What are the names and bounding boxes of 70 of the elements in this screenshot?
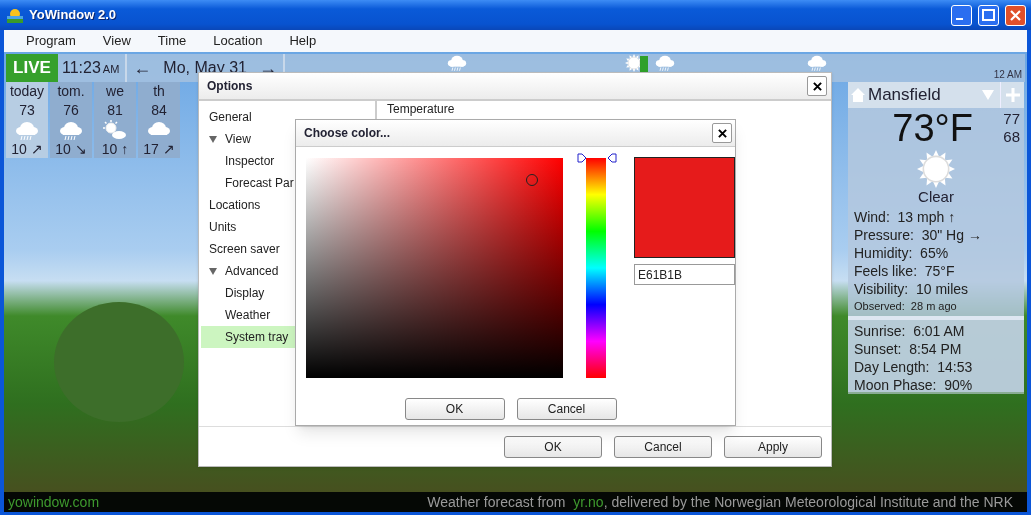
forecast-day-tile[interactable]: tom. 76 10 ↘ xyxy=(50,82,92,158)
timeline-label: 12 AM xyxy=(993,68,1022,82)
forecast-day-tile[interactable]: we 81 10 ↑ xyxy=(94,82,136,158)
condition-label: Clear xyxy=(917,187,955,206)
day-wind: 10 ↘ xyxy=(55,140,87,159)
hue-slider-handle[interactable] xyxy=(576,153,617,163)
home-icon xyxy=(850,86,866,103)
current-temperature: 73°F xyxy=(891,107,974,148)
dialog-button[interactable]: OK xyxy=(504,435,602,458)
weather-detail: Feels like: 75°F xyxy=(854,261,956,280)
high-temperature: 77 xyxy=(1003,109,1020,128)
weather-detail: Pressure: 30" Hg → xyxy=(854,225,983,244)
saturation-value-picker[interactable] xyxy=(306,158,563,378)
window-title: YoWindow 2.0 xyxy=(29,6,117,25)
website-link[interactable]: yowindow.com xyxy=(8,491,100,513)
expand-arrow-icon xyxy=(209,267,217,275)
day-temperature: 84 xyxy=(151,101,167,120)
sun-icon xyxy=(917,149,955,188)
day-temperature: 76 xyxy=(63,101,79,120)
expand-arrow-icon xyxy=(209,135,217,143)
menu-item[interactable]: Program xyxy=(26,31,76,51)
close-icon xyxy=(812,81,822,91)
weather-detail: Humidity: 65% xyxy=(854,243,950,262)
weather-detail: Visibility: 10 miles xyxy=(854,279,970,298)
sun-detail: Sunset: 8:54 PM xyxy=(854,339,963,358)
dropdown-icon xyxy=(982,89,994,100)
dialog-button[interactable]: OK xyxy=(404,398,505,420)
forecast-day-tile[interactable]: today 73 10 ↗ xyxy=(6,82,48,158)
previous-day-button[interactable]: ← xyxy=(127,54,158,82)
day-wind: 10 ↗ xyxy=(11,140,43,159)
location-name: Mansfield xyxy=(868,84,942,106)
minimize-button[interactable] xyxy=(951,4,972,26)
hex-input-field[interactable]: E61B1B xyxy=(634,264,735,285)
low-temperature: 68 xyxy=(1003,127,1020,146)
sun-cloud-icon xyxy=(103,120,127,140)
day-wind: 17 ↗ xyxy=(143,140,175,159)
weather-detail: Wind: 13 mph ↑ xyxy=(854,207,957,226)
menu-item[interactable]: Location xyxy=(213,31,263,51)
dialog-button[interactable]: Cancel xyxy=(516,398,617,420)
dialog-title: Options xyxy=(207,78,253,95)
forecast-day-tile[interactable]: th 84 17 ↗ xyxy=(138,82,180,158)
close-button[interactable] xyxy=(807,76,827,96)
sun-landscape-icon xyxy=(7,7,23,23)
minimize-icon xyxy=(956,18,963,20)
day-temperature: 73 xyxy=(19,101,35,120)
dialog-button[interactable]: Cancel xyxy=(614,435,712,458)
dialog-title: Choose color... xyxy=(304,125,390,142)
day-label: today xyxy=(9,82,45,101)
sun-detail: Day Length: 14:53 xyxy=(854,357,974,376)
plus-icon xyxy=(1004,86,1021,103)
dialog-button[interactable]: Apply xyxy=(724,435,822,458)
sun-detail: Sunrise: 6:01 AM xyxy=(854,321,966,340)
rain-cloud-icon xyxy=(59,120,83,140)
section-heading: Temperature xyxy=(387,102,456,116)
menu-item[interactable]: Help xyxy=(289,31,317,51)
forecast-source-link[interactable]: yr.no xyxy=(573,493,604,510)
forecast-credit: Weather forecast from yr.no, delivered by the Norwegian Meteorological Institute and the NRK xyxy=(427,492,1014,512)
day-label: we xyxy=(106,82,124,101)
close-button[interactable] xyxy=(712,123,732,143)
day-temperature: 81 xyxy=(107,101,123,120)
observed-time: Observed: 28 m ago xyxy=(854,298,958,314)
rain-cloud-icon xyxy=(15,120,39,140)
menu-item[interactable]: View xyxy=(102,31,131,51)
maximize-button[interactable] xyxy=(978,4,999,26)
sun-detail: Moon Phase: 90% xyxy=(854,375,974,394)
day-label: tom. xyxy=(57,82,85,101)
menu-item[interactable]: Time xyxy=(157,31,187,51)
day-label: th xyxy=(153,82,165,101)
close-icon xyxy=(717,128,727,138)
day-wind: 10 ↑ xyxy=(101,140,129,159)
